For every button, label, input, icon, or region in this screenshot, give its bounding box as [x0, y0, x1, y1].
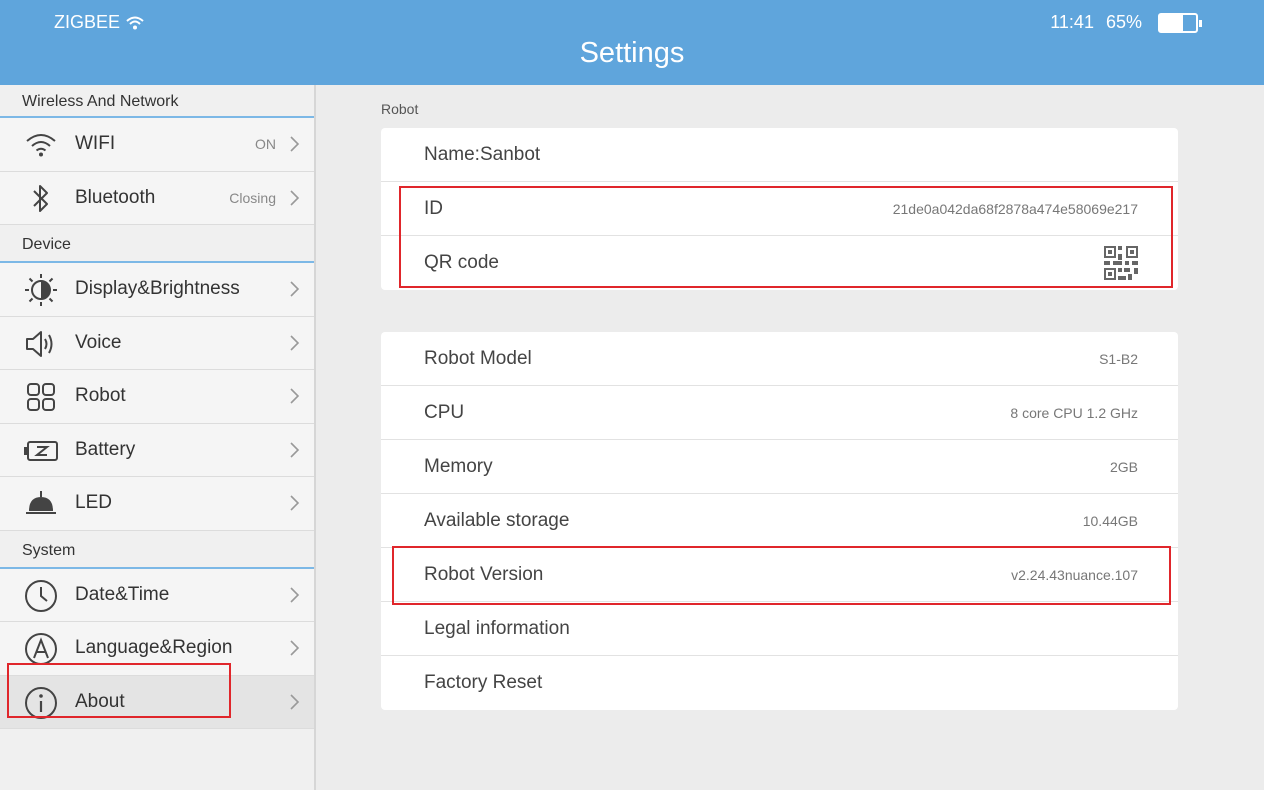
status-right: 11:41 65% — [1050, 12, 1202, 33]
sidebar-item-wifi[interactable]: WIFI ON — [0, 118, 314, 172]
row-label: Robot Model — [424, 347, 532, 369]
row-label: Legal information — [424, 617, 570, 639]
chevron-right-icon — [290, 640, 300, 656]
sidebar-item-about[interactable]: About — [0, 675, 314, 729]
sidebar-item-label: Date&Time — [75, 583, 170, 605]
sidebar-item-label: Bluetooth — [75, 186, 156, 208]
row-label: CPU — [424, 401, 465, 423]
row-label: Robot Version — [424, 563, 544, 585]
bluetooth-status: Closing — [229, 189, 276, 206]
sidebar-item-label: LED — [75, 492, 112, 514]
info-icon — [23, 685, 59, 721]
row-label: Memory — [424, 455, 493, 477]
row-id[interactable]: ID 21de0a042da68f2878a474e58069e217 — [381, 182, 1178, 236]
wifi-icon — [23, 127, 59, 163]
sidebar-item-label: Robot — [75, 385, 126, 407]
row-value: S1-B2 — [1099, 350, 1138, 367]
status-left: ZIGBEE — [54, 12, 144, 33]
battery-indicator-icon — [1158, 12, 1202, 33]
battery-icon — [23, 433, 59, 469]
chevron-right-icon — [290, 586, 300, 603]
row-value: 8 core CPU 1.2 GHz — [1010, 404, 1138, 421]
row-qr-code[interactable]: QR code — [381, 236, 1178, 290]
header-bar: ZIGBEE 11:41 65% Settings — [0, 0, 1264, 85]
robot-identity-card: Name:Sanbot ID 21de0a042da68f2878a474e58… — [381, 128, 1178, 290]
sidebar-item-battery[interactable]: Battery — [0, 423, 314, 477]
language-icon — [23, 631, 59, 667]
row-available-storage[interactable]: Available storage 10.44GB — [381, 494, 1178, 548]
section-system: System — [0, 531, 314, 569]
clock-text: 11:41 — [1050, 12, 1094, 32]
sidebar: Wireless And Network WIFI ON Bluetooth C… — [0, 85, 316, 790]
page-title: Settings — [579, 37, 685, 69]
row-robot-version[interactable]: Robot Version v2.24.43nuance.107 — [381, 548, 1178, 602]
section-wireless: Wireless And Network — [0, 85, 314, 118]
row-value: 10.44GB — [1082, 512, 1138, 529]
sidebar-item-robot[interactable]: Robot — [0, 370, 314, 424]
sidebar-item-language-region[interactable]: Language&Region — [0, 622, 314, 676]
row-robot-model[interactable]: Robot Model S1-B2 — [381, 332, 1178, 386]
clock-icon — [23, 578, 59, 614]
section-device: Device — [0, 225, 314, 263]
section-robot-label: Robot — [381, 101, 419, 117]
row-value: v2.24.43nuance.107 — [1011, 566, 1138, 583]
row-name[interactable]: Name:Sanbot — [381, 128, 1178, 182]
speaker-icon — [23, 326, 59, 362]
network-label: ZIGBEE — [54, 12, 121, 32]
battery-percent: 65% — [1105, 12, 1142, 32]
chevron-right-icon — [290, 441, 300, 458]
sidebar-item-label: Battery — [75, 438, 136, 460]
row-cpu[interactable]: CPU 8 core CPU 1.2 GHz — [381, 386, 1178, 440]
sidebar-item-led[interactable]: LED — [0, 477, 314, 531]
chevron-right-icon — [290, 388, 300, 404]
lamp-icon — [23, 486, 59, 522]
row-value: 2GB — [1109, 458, 1138, 475]
row-label: ID — [424, 197, 443, 219]
chevron-right-icon — [290, 281, 300, 297]
sidebar-item-label: WIFI — [75, 133, 116, 155]
row-label: Name:Sanbot — [424, 143, 541, 165]
row-label: QR code — [424, 252, 499, 273]
row-memory[interactable]: Memory 2GB — [381, 440, 1178, 494]
chevron-right-icon — [290, 189, 300, 206]
brightness-icon — [23, 272, 59, 308]
chevron-right-icon — [290, 693, 300, 710]
wifi-status: ON — [255, 136, 276, 153]
row-label: Factory Reset — [424, 672, 543, 693]
wifi-signal-icon — [126, 16, 144, 29]
chevron-right-icon — [290, 334, 300, 351]
chevron-right-icon — [290, 136, 300, 152]
battery-fill — [1160, 14, 1184, 31]
robot-id-value: 21de0a042da68f2878a474e58069e217 — [892, 200, 1138, 217]
sidebar-item-label: Language&Region — [75, 637, 233, 659]
sidebar-item-voice[interactable]: Voice — [0, 316, 314, 370]
row-legal-information[interactable]: Legal information — [381, 602, 1178, 656]
sidebar-item-bluetooth[interactable]: Bluetooth Closing — [0, 171, 314, 225]
grid-icon — [23, 379, 59, 415]
robot-info-card: Robot Model S1-B2 CPU 8 core CPU 1.2 GHz… — [381, 332, 1178, 710]
row-factory-reset[interactable]: Factory Reset — [381, 656, 1178, 710]
sidebar-item-label: About — [75, 690, 125, 712]
sidebar-item-date-time[interactable]: Date&Time — [0, 568, 314, 622]
bluetooth-icon — [23, 181, 59, 217]
qr-code-icon[interactable] — [1104, 246, 1138, 280]
row-label: Available storage — [424, 509, 570, 531]
sidebar-item-label: Display&Brightness — [75, 278, 240, 300]
sidebar-item-display-brightness[interactable]: Display&Brightness — [0, 263, 314, 317]
chevron-right-icon — [290, 495, 300, 511]
sidebar-item-label: Voice — [75, 331, 122, 353]
